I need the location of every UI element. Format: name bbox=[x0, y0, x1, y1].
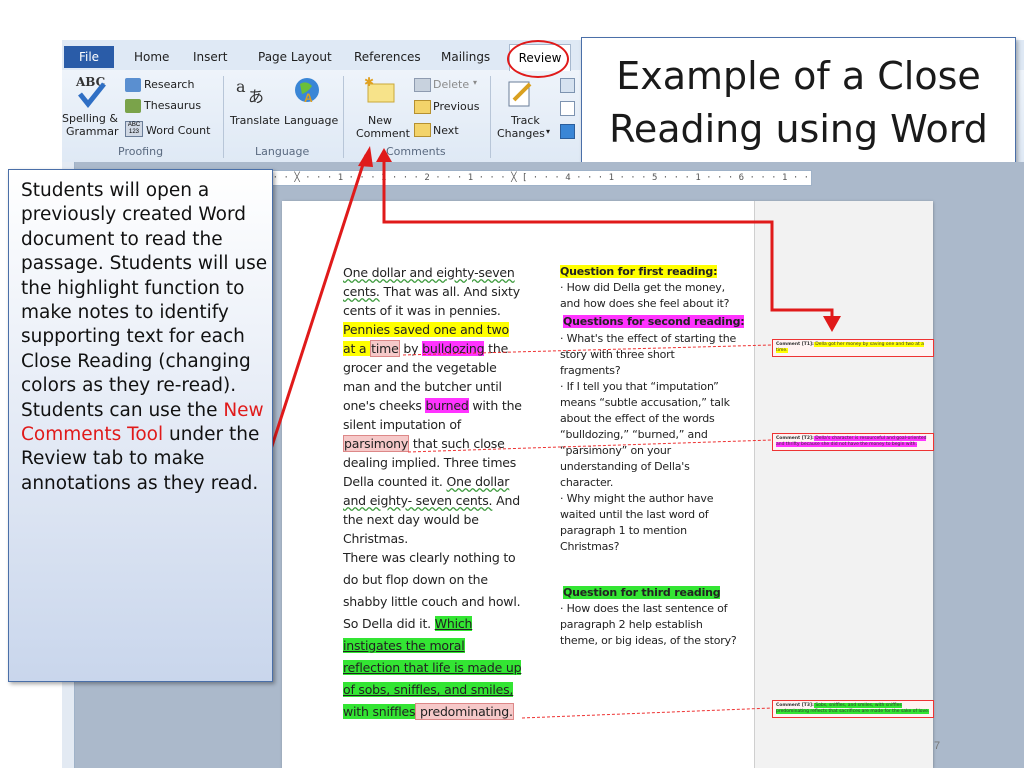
comment-pane-pointer-arrow bbox=[382, 160, 834, 320]
comment-connector bbox=[521, 707, 773, 719]
arrowhead-icon bbox=[823, 316, 841, 332]
slide-page-number: 7 bbox=[934, 740, 941, 752]
instructions-callout: Students will open a previously created … bbox=[8, 169, 273, 682]
arrowhead-icon bbox=[376, 148, 392, 162]
instructions-text-part1: Students will open a previously created … bbox=[21, 180, 268, 421]
instructions-text: Students will open a previously created … bbox=[21, 179, 271, 496]
comment-connector bbox=[402, 344, 773, 356]
comment-connector bbox=[407, 439, 773, 453]
arrowhead-icon bbox=[358, 146, 373, 167]
